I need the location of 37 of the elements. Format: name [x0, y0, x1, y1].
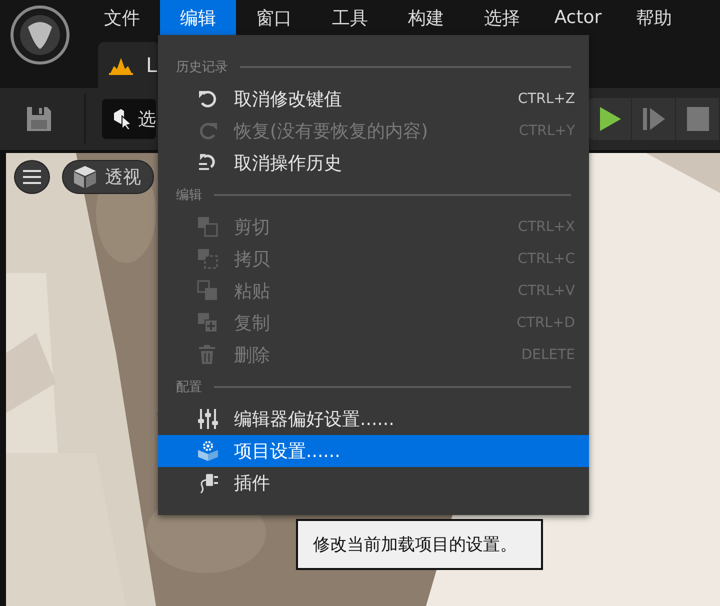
stop-icon	[686, 107, 708, 131]
menubar-item[interactable]: 工具	[312, 0, 388, 35]
gear-box-icon	[197, 440, 219, 462]
save-icon	[25, 105, 53, 133]
tooltip-text: 修改当前加载项目的设置。	[313, 534, 517, 556]
menubar-item[interactable]: Actor	[540, 0, 616, 35]
shortcut-label: CTRL+Z	[518, 91, 576, 107]
section-header: 历史记录	[176, 59, 228, 76]
section-header: 编辑	[176, 187, 202, 204]
play-icon	[598, 106, 622, 132]
menu-icon	[23, 170, 41, 184]
menubar-item[interactable]: 窗口	[236, 0, 312, 35]
section-header: 配置	[176, 379, 202, 396]
copy-icon	[197, 248, 219, 270]
undo-icon	[197, 88, 219, 110]
redo-icon	[197, 120, 219, 142]
menu-item[interactable]: 取消修改键值 CTRL+Z	[158, 83, 589, 115]
sliders-icon	[197, 408, 219, 430]
level-tab[interactable]: L	[98, 42, 160, 88]
menu-item[interactable]: 插件	[158, 467, 589, 499]
menubar-item[interactable]: 编辑	[160, 0, 236, 35]
duplicate-icon	[197, 312, 219, 334]
step-icon	[642, 107, 666, 131]
logo-icon	[10, 5, 70, 65]
perspective-button[interactable]: 透视	[62, 160, 154, 194]
menubar-item[interactable]: 文件	[84, 0, 160, 35]
cut-icon	[197, 216, 219, 238]
paste-icon	[197, 280, 219, 302]
menubar-item[interactable]: 选择	[464, 0, 540, 35]
cursor-cube-icon	[112, 108, 132, 130]
menubar-item[interactable]: 帮助	[616, 0, 692, 35]
menubar-item[interactable]: 构建	[388, 0, 464, 35]
menu-item[interactable]: 编辑器偏好设置......	[158, 403, 589, 435]
menu-item[interactable]: 项目设置......	[158, 435, 589, 467]
menu-item[interactable]: 取消操作历史	[158, 147, 589, 179]
select-mode-button[interactable]: 选	[102, 99, 156, 139]
cube-icon	[73, 165, 97, 189]
